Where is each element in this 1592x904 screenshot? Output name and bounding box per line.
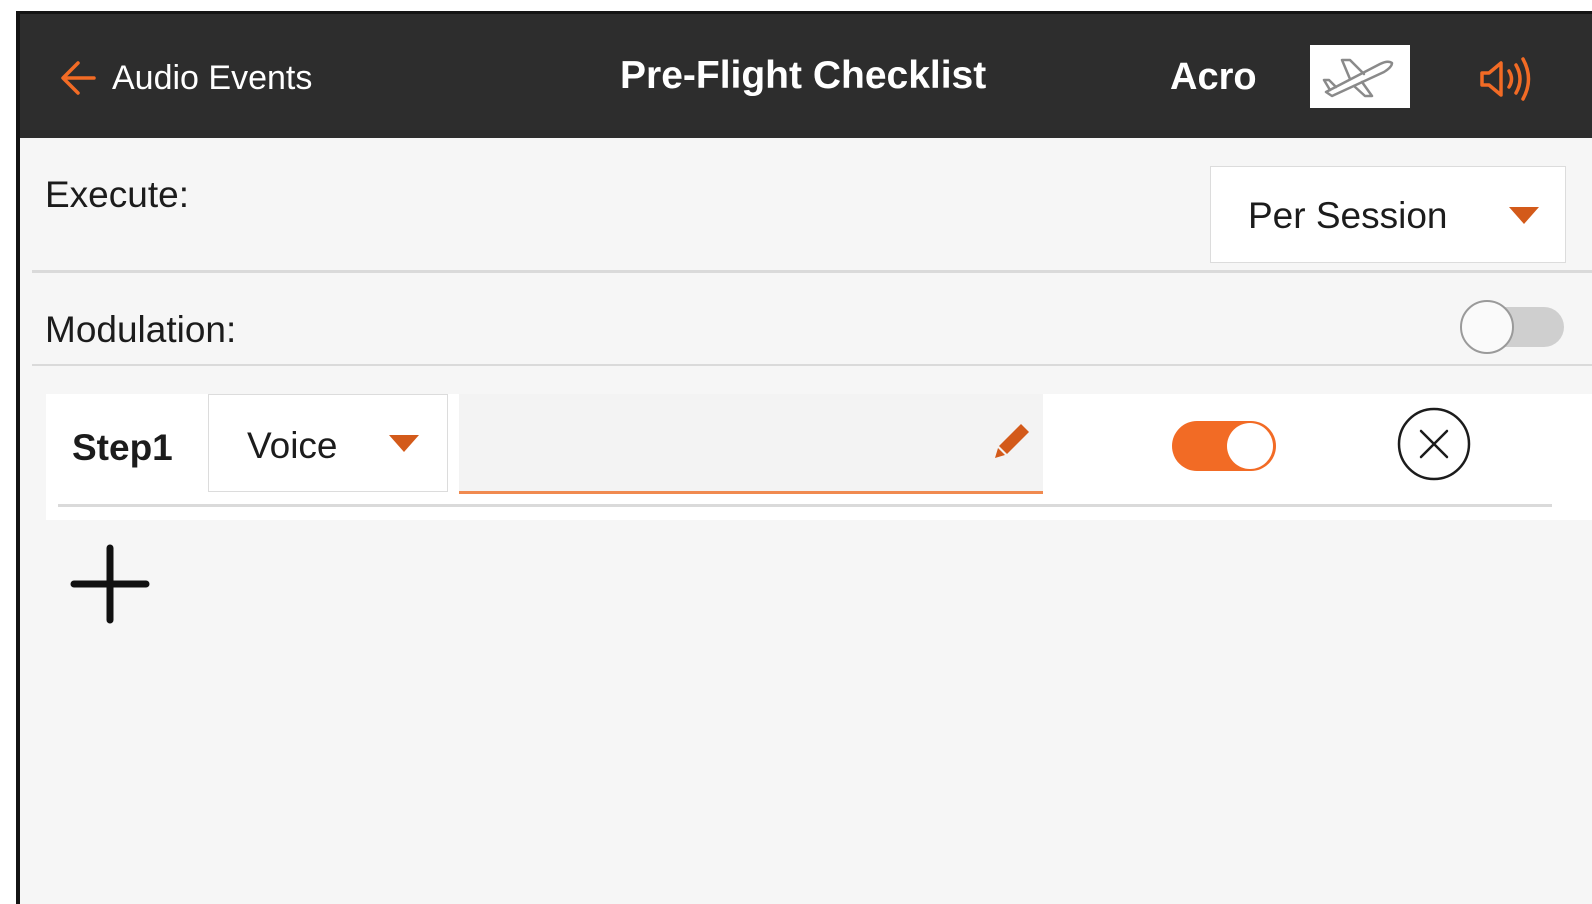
divider (32, 364, 1592, 366)
model-type-button[interactable] (1310, 45, 1410, 108)
page-title: Pre-Flight Checklist (620, 54, 987, 97)
back-button[interactable]: Audio Events (58, 58, 312, 98)
chevron-down-icon (1509, 207, 1539, 224)
step-label: Step1 (72, 427, 173, 468)
speaker-volume-icon[interactable] (1476, 54, 1536, 104)
airplane-icon (1322, 58, 1394, 97)
step-row: Step1 Voice (46, 394, 1592, 520)
step-text-input[interactable] (459, 394, 1043, 494)
step-type-dropdown[interactable]: Voice (208, 394, 448, 492)
header-bar: Audio Events Pre-Flight Checklist Acro (20, 14, 1592, 138)
toggle-knob (1460, 300, 1514, 354)
modulation-label: Modulation: (45, 309, 237, 350)
flight-mode-label: Acro (1170, 56, 1257, 98)
pencil-edit-icon[interactable] (991, 418, 1035, 462)
toggle-knob (1227, 423, 1273, 469)
divider (58, 504, 1552, 507)
divider (32, 270, 1592, 273)
chevron-down-icon (389, 435, 419, 452)
step-type-value: Voice (247, 425, 338, 466)
add-step-plus-icon[interactable] (70, 544, 150, 624)
execute-dropdown[interactable]: Per Session (1210, 166, 1566, 263)
step-enable-toggle[interactable] (1172, 417, 1278, 473)
execute-dropdown-value: Per Session (1248, 195, 1448, 236)
execute-label: Execute: (45, 174, 189, 215)
remove-step-icon[interactable] (1396, 406, 1472, 482)
app-screen: Audio Events Pre-Flight Checklist Acro E… (16, 11, 1592, 904)
back-label: Audio Events (112, 58, 313, 97)
back-arrow-icon (61, 61, 96, 95)
modulation-toggle[interactable] (1460, 300, 1564, 354)
